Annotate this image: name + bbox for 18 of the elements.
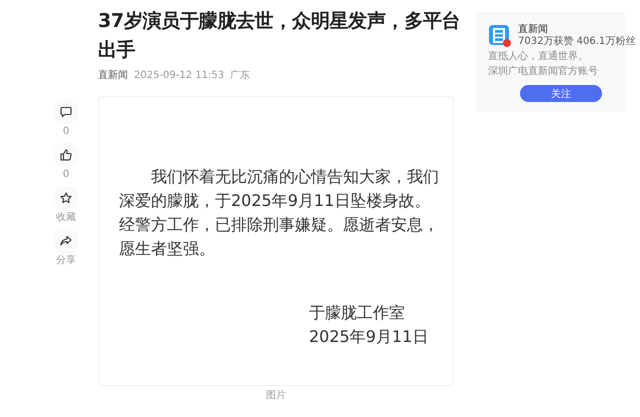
logo-icon [488,22,512,48]
statement-text: 我们怀着无比沉痛的心情告知大家，我们深爱的朦胧，于2025年9月11日坠楼身故。经警方工作，已排除刑事嫌疑。愿逝者安息，愿生者坚强。 [119,166,440,260]
image-caption: 图片 [265,390,287,402]
comment-icon [60,106,72,118]
follow-button[interactable]: 关注 [520,85,602,102]
statement-date: 2025年9月11日 [309,326,430,348]
publish-time: 2025-09-12 11:53 [134,70,224,82]
author-name[interactable]: 直新闻 [518,22,636,36]
article-title: 37岁演员于朦胧去世，众明星发声，多平台出手 [98,9,462,63]
signature: 于朦胧工作室 [309,302,406,324]
thumbs-up-icon [60,149,72,161]
author-bio: 直抵人心，直通世界。 [488,51,589,63]
author-bio: 深圳广电直新闻官方账号 [488,66,599,78]
star-icon [60,192,72,204]
author-stats: 7032万获赞 406.1万粉丝 [518,36,636,48]
location: 广东 [230,70,250,82]
share-icon [60,235,72,247]
source-name[interactable]: 直新闻 [98,70,128,82]
